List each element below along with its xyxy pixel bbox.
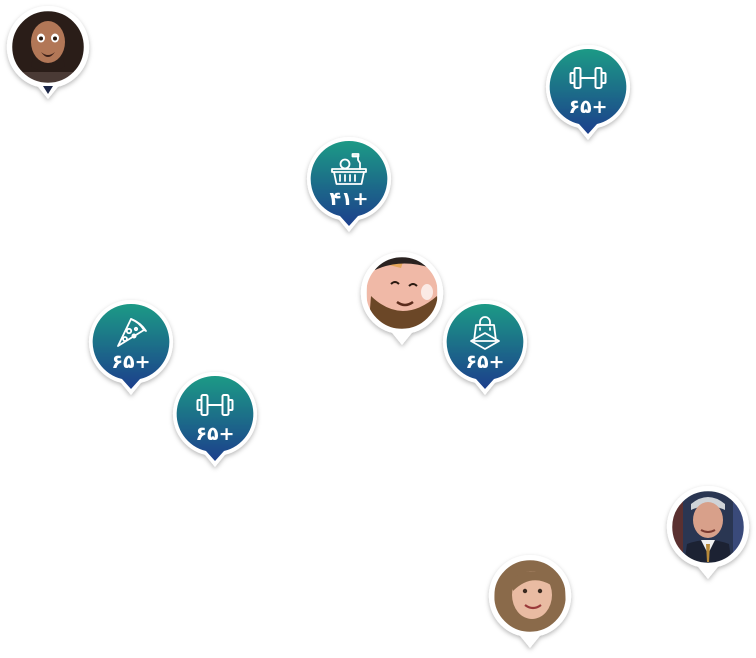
- user-avatar-icon: [488, 554, 572, 648]
- avatar-pin[interactable]: [357, 248, 447, 350]
- avatar-pin[interactable]: [663, 482, 753, 584]
- avatar-pin[interactable]: [485, 551, 575, 653]
- user-avatar-icon: [360, 251, 444, 345]
- category-pin-grocery[interactable]: ۴۱+: [304, 134, 394, 236]
- pin-count: ۶۵+: [195, 422, 235, 445]
- category-pin-shopping[interactable]: ۶۵+: [440, 297, 530, 399]
- pizza-slice-icon: [111, 315, 151, 351]
- map-canvas[interactable]: ۶۵+ ۴۱+ ۶۵+ ۶۵+ ۶۵+: [0, 0, 756, 658]
- category-pin-gym[interactable]: ۶۵+: [543, 42, 633, 144]
- grocery-basket-icon: [329, 152, 369, 188]
- pin-count: ۴۱+: [329, 187, 369, 210]
- pin-count: ۶۵+: [111, 350, 151, 373]
- dumbbell-icon: [195, 387, 235, 423]
- pin-content: ۶۵+: [551, 50, 625, 124]
- category-pin-gym[interactable]: ۶۵+: [170, 369, 260, 471]
- avatar-pin[interactable]: [3, 2, 93, 104]
- pin-content: ۶۵+: [94, 305, 168, 379]
- shopping-bag-icon: [465, 315, 505, 351]
- pin-count: ۶۵+: [465, 350, 505, 373]
- user-avatar-icon: [6, 5, 90, 99]
- pin-content: ۶۵+: [448, 305, 522, 379]
- pin-content: ۶۵+: [178, 377, 252, 451]
- pin-count: ۶۵+: [568, 95, 608, 118]
- dumbbell-icon: [568, 60, 608, 96]
- category-pin-pizza[interactable]: ۶۵+: [86, 297, 176, 399]
- pin-content: ۴۱+: [312, 142, 386, 216]
- user-avatar-icon: [666, 485, 750, 579]
